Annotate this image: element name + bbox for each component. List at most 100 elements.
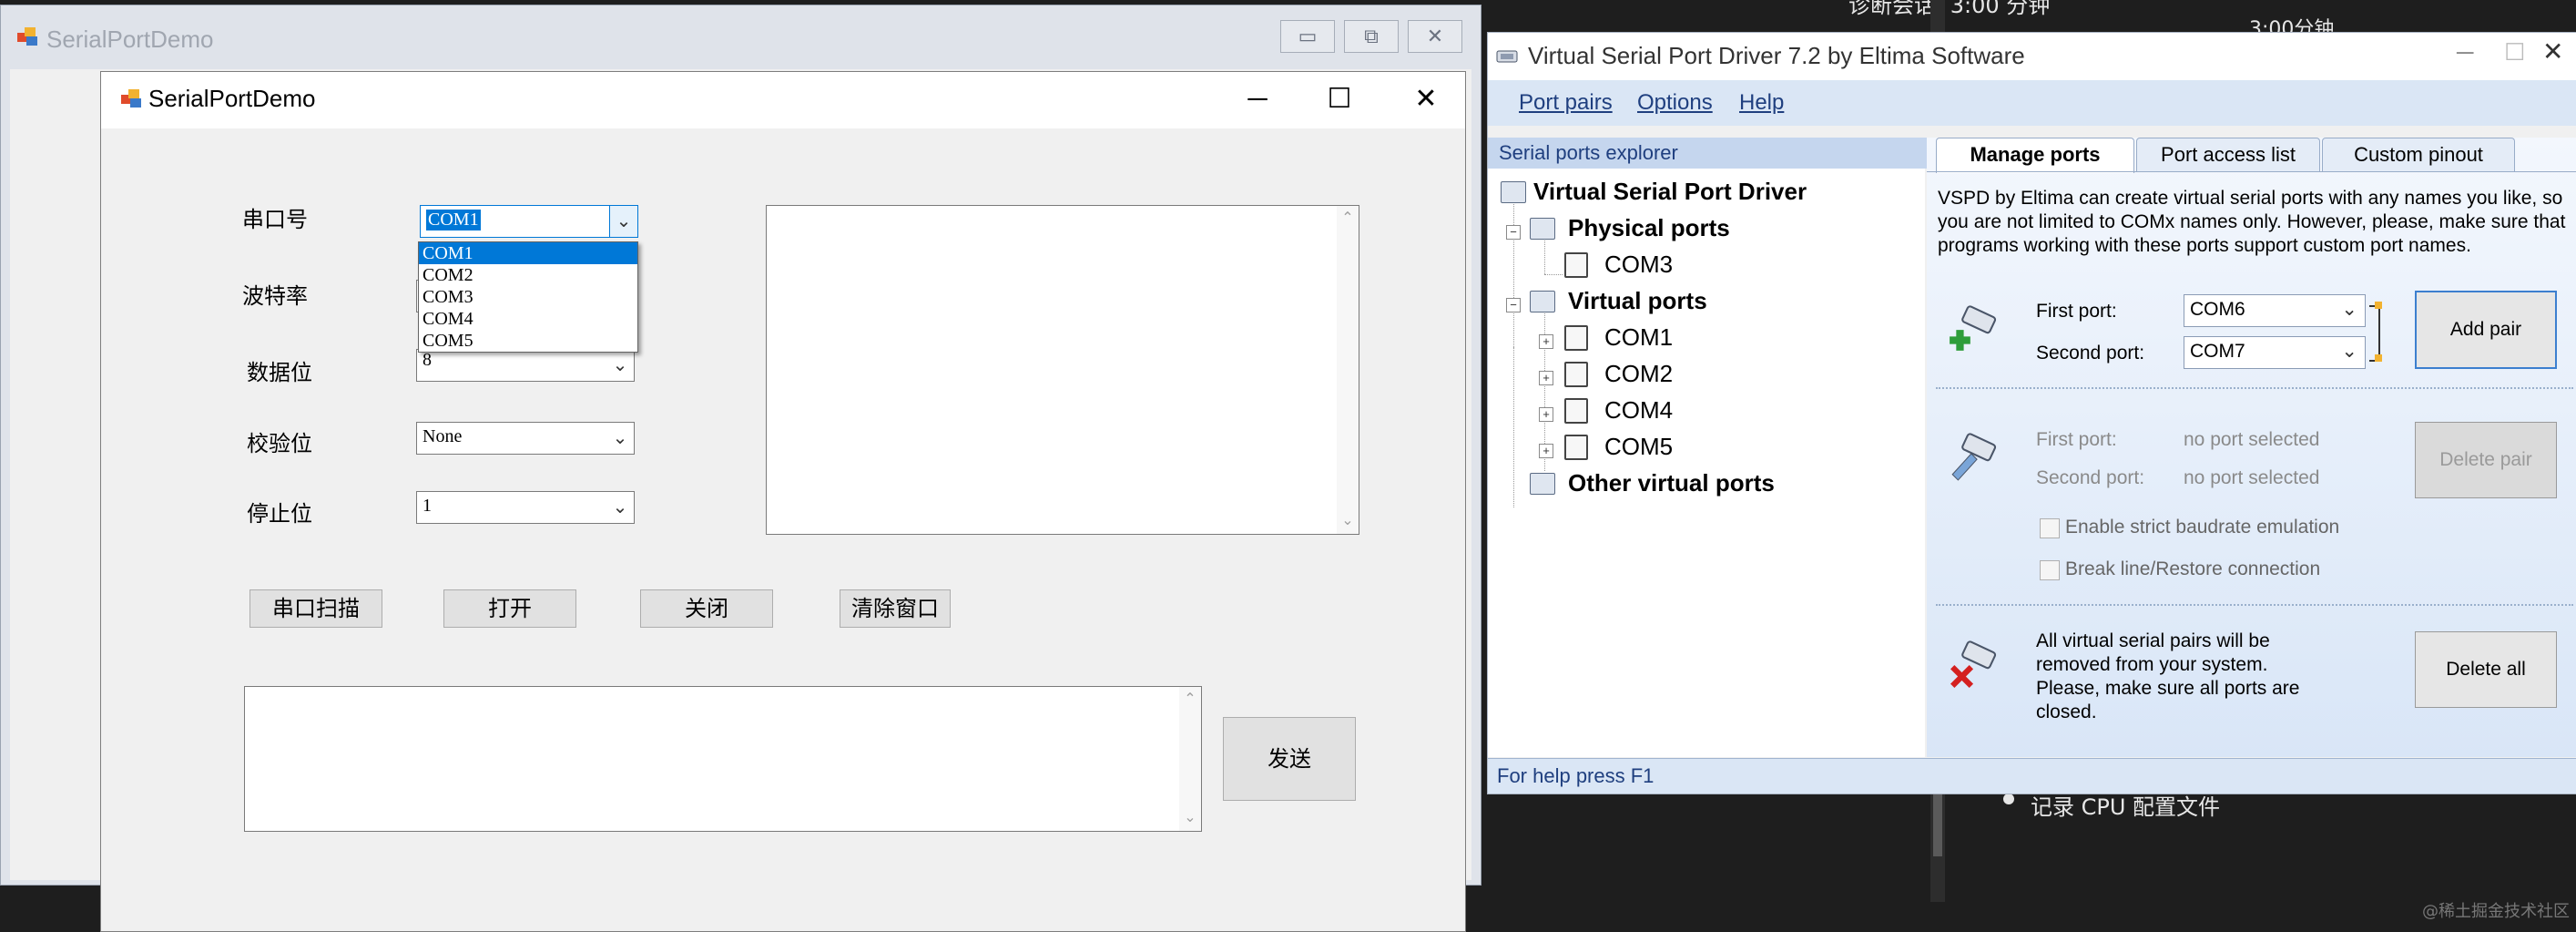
minimize-button[interactable]: ▭ xyxy=(1280,20,1335,53)
outer-title: SerialPortDemo xyxy=(46,26,214,53)
app-icon xyxy=(121,89,141,108)
menu-port-pairs[interactable]: Port pairs xyxy=(1519,90,1613,116)
maximize-button[interactable]: ☐ xyxy=(2504,38,2525,67)
scroll-up-icon[interactable]: ⌃ xyxy=(1337,208,1359,230)
chevron-down-icon[interactable]: ⌄ xyxy=(606,350,634,381)
editor-scroll-thumb[interactable] xyxy=(1933,783,1942,856)
send-button[interactable]: 发送 xyxy=(1223,717,1356,801)
scan-button[interactable]: 串口扫描 xyxy=(249,589,382,628)
port-dropdown-list[interactable]: COM1 COM2 COM3 COM4 COM5 xyxy=(418,241,638,353)
menu-options[interactable]: Options xyxy=(1637,90,1713,116)
monitor-icon xyxy=(1530,218,1555,240)
add-pair-icon xyxy=(1950,305,1997,351)
parity-combo[interactable]: None ⌄ xyxy=(416,422,635,455)
open-button[interactable]: 打开 xyxy=(443,589,576,628)
menu-help[interactable]: Help xyxy=(1739,90,1784,116)
dropdown-option[interactable]: COM1 xyxy=(419,242,637,264)
watermark: @稀土掘金技术社区 xyxy=(2422,902,2570,921)
first-port-label: First port: xyxy=(2036,301,2117,322)
data-bits-combo[interactable]: 8 ⌄ xyxy=(416,349,635,382)
scroll-down-icon[interactable]: ⌄ xyxy=(1179,807,1201,829)
maximize-button[interactable]: ☐ xyxy=(1312,77,1367,122)
description-text: VSPD by Eltima can create virtual serial… xyxy=(1938,188,2566,256)
serialport-demo-window: SerialPortDemo ─ ☐ ✕ 串口号 波特率 数据位 校验位 停止位… xyxy=(100,71,1466,932)
dropdown-option[interactable]: COM5 xyxy=(419,330,637,352)
expand-icon[interactable]: + xyxy=(1539,444,1553,458)
tree-virtual-port[interactable]: COM4 xyxy=(1604,396,1673,425)
minimize-button[interactable]: ─ xyxy=(2457,38,2473,67)
expand-icon[interactable]: + xyxy=(1539,407,1553,422)
tree-virtual-port[interactable]: COM5 xyxy=(1604,433,1673,461)
stop-bits-combo[interactable]: 1 ⌄ xyxy=(416,491,635,524)
scroll-up-icon[interactable]: ⌃ xyxy=(1179,689,1201,711)
chevron-down-icon[interactable]: ⌄ xyxy=(606,423,634,454)
tree-physical-port[interactable]: COM3 xyxy=(1604,251,1673,279)
port-icon xyxy=(1564,362,1588,387)
delete-all-icon xyxy=(1950,640,1997,689)
tab-custom-pinout[interactable]: Custom pinout xyxy=(2322,138,2515,171)
close-button[interactable]: ✕ xyxy=(2542,36,2563,67)
parity-label: 校验位 xyxy=(247,431,312,456)
second-port-label: Second port: xyxy=(2036,343,2145,364)
dropdown-option[interactable]: COM2 xyxy=(419,264,637,286)
minimize-button[interactable]: ─ xyxy=(1230,77,1285,122)
clear-button[interactable]: 清除窗口 xyxy=(840,589,951,628)
monitor-icon xyxy=(1530,473,1555,495)
manage-panel: Manage ports Port access list Custom pin… xyxy=(1927,138,2576,757)
first-port-combo[interactable]: COM6 ⌄ xyxy=(2184,294,2366,327)
chevron-down-icon[interactable]: ⌄ xyxy=(609,206,637,237)
delete-first-label: First port: xyxy=(2036,429,2117,450)
chevron-down-icon[interactable]: ⌄ xyxy=(2341,340,2357,363)
vspd-window: Virtual Serial Port Driver 7.2 by Eltima… xyxy=(1487,32,2576,794)
delete-pair-icon xyxy=(1951,433,1997,481)
first-port-value: COM6 xyxy=(2190,299,2245,320)
second-port-combo[interactable]: COM7 ⌄ xyxy=(2184,336,2366,369)
break-line-checkbox[interactable] xyxy=(2040,560,2060,580)
chevron-down-icon[interactable]: ⌄ xyxy=(606,492,634,523)
tree-virtual-port[interactable]: COM2 xyxy=(1604,360,1673,388)
close-button[interactable]: ✕ xyxy=(1408,20,1462,53)
close-port-button[interactable]: 关闭 xyxy=(640,589,773,628)
vspd-app-icon xyxy=(1496,50,1518,63)
tab-port-access-list[interactable]: Port access list xyxy=(2136,138,2320,171)
delete-all-button[interactable]: Delete all xyxy=(2415,631,2557,708)
stop-bits-value: 1 xyxy=(423,496,432,516)
tree-virtual-port[interactable]: COM1 xyxy=(1604,323,1673,352)
tree-physical-ports[interactable]: Physical ports xyxy=(1568,214,1730,242)
strict-baudrate-checkbox[interactable] xyxy=(2040,518,2060,538)
tree-other-ports[interactable]: Other virtual ports xyxy=(1568,469,1775,497)
outer-title-bar: SerialPortDemo ▭ ⧉ ✕ xyxy=(1,5,1481,69)
data-bits-value: 8 xyxy=(423,350,432,370)
tab-manage-ports[interactable]: Manage ports xyxy=(1936,138,2134,173)
receive-scrollbar[interactable]: ⌃ ⌄ xyxy=(1337,206,1359,534)
delete-first-value: no port selected xyxy=(2184,429,2320,450)
collapse-icon[interactable]: − xyxy=(1506,298,1521,312)
add-pair-button[interactable]: Add pair xyxy=(2415,291,2557,369)
delete-pair-button[interactable]: Delete pair xyxy=(2415,422,2557,498)
port-combo[interactable]: COM1 ⌄ xyxy=(420,205,638,238)
chevron-down-icon[interactable]: ⌄ xyxy=(2341,298,2357,321)
bullet-icon xyxy=(2003,794,2014,804)
dropdown-option[interactable]: COM3 xyxy=(419,286,637,308)
monitor-icon xyxy=(1530,291,1555,312)
data-bits-label: 数据位 xyxy=(247,360,312,385)
vspd-title: Virtual Serial Port Driver 7.2 by Eltima… xyxy=(1528,42,2025,69)
port-combo-value: COM1 xyxy=(426,210,481,230)
collapse-icon[interactable]: − xyxy=(1506,225,1521,240)
scroll-down-icon[interactable]: ⌄ xyxy=(1337,510,1359,532)
tree-virtual-ports[interactable]: Virtual ports xyxy=(1568,287,1707,315)
parity-value: None xyxy=(423,426,463,446)
send-textbox[interactable]: ⌃ ⌄ xyxy=(244,686,1202,832)
restore-button[interactable]: ⧉ xyxy=(1344,20,1399,53)
port-icon xyxy=(1564,398,1588,424)
tree-root[interactable]: Virtual Serial Port Driver xyxy=(1533,178,1807,206)
expand-icon[interactable]: + xyxy=(1539,371,1553,385)
close-button[interactable]: ✕ xyxy=(1399,77,1453,122)
send-scrollbar[interactable]: ⌃ ⌄ xyxy=(1179,687,1201,831)
port-label: 串口号 xyxy=(242,207,308,232)
expand-icon[interactable]: + xyxy=(1539,334,1553,349)
dropdown-option[interactable]: COM4 xyxy=(419,308,637,330)
port-icon xyxy=(1564,252,1588,278)
receive-textbox[interactable]: ⌃ ⌄ xyxy=(766,205,1359,535)
stop-bits-label: 停止位 xyxy=(247,501,312,527)
